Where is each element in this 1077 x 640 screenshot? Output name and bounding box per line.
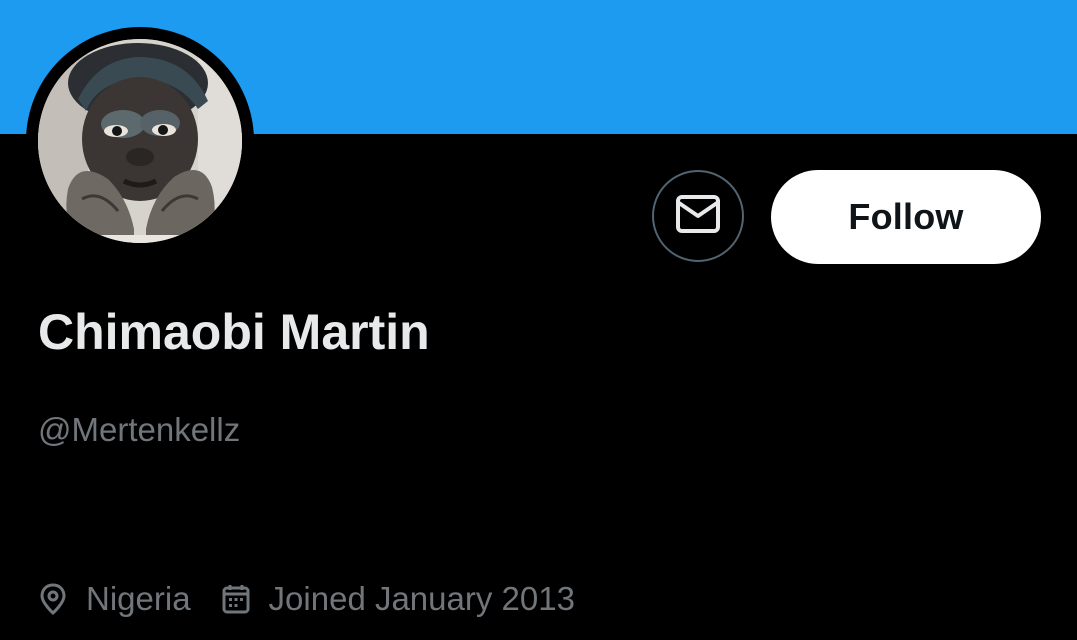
avatar-border xyxy=(26,27,254,255)
location-pin-icon xyxy=(40,583,66,616)
calendar-icon xyxy=(222,585,250,614)
follow-button[interactable]: Follow xyxy=(771,170,1041,264)
location-item: Nigeria xyxy=(38,580,191,618)
joined-text: Joined January 2013 xyxy=(268,580,575,617)
message-button[interactable] xyxy=(652,170,744,262)
location-text: Nigeria xyxy=(86,580,191,617)
avatar[interactable] xyxy=(38,39,242,243)
user-handle: @Mertenkellz xyxy=(38,411,241,448)
profile-meta: Nigeria Joined January 2013 xyxy=(38,574,605,624)
envelope-icon xyxy=(675,194,721,239)
display-name: Chimaobi Martin xyxy=(38,304,430,360)
joined-item: Joined January 2013 xyxy=(221,580,575,618)
avatar-painting-image xyxy=(38,39,242,243)
